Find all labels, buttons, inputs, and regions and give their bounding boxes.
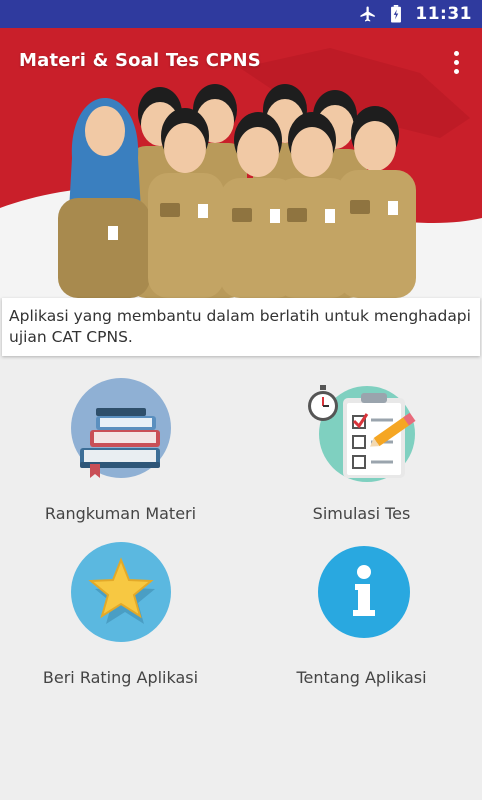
menu-label: Beri Rating Aplikasi: [42, 668, 199, 687]
header-banner: Materi & Soal Tes CPNS: [0, 28, 482, 298]
status-bar: 11:31: [0, 0, 482, 28]
menu-beri-rating[interactable]: Beri Rating Aplikasi: [0, 540, 241, 700]
menu-rangkuman-materi[interactable]: Rangkuman Materi: [0, 376, 241, 536]
clipboard-test-icon: [307, 376, 417, 486]
menu-tentang-aplikasi[interactable]: Tentang Aplikasi: [241, 540, 482, 700]
menu-simulasi-tes[interactable]: Simulasi Tes: [241, 376, 482, 536]
app-title: Materi & Soal Tes CPNS: [19, 50, 261, 71]
airplane-icon: [359, 5, 377, 23]
info-icon: [307, 540, 417, 650]
menu-label: Tentang Aplikasi: [296, 668, 427, 687]
battery-charging-icon: [387, 5, 405, 23]
description-text: Aplikasi yang membantu dalam berlatih un…: [9, 307, 471, 346]
overflow-menu-button[interactable]: [444, 48, 468, 76]
star-icon: [66, 540, 176, 650]
overflow-menu-icon: [453, 50, 459, 56]
books-icon: [66, 376, 176, 486]
menu-label: Simulasi Tes: [312, 504, 411, 523]
menu-label: Rangkuman Materi: [44, 504, 197, 523]
status-time: 11:31: [415, 4, 472, 24]
description-card: Aplikasi yang membantu dalam berlatih un…: [2, 298, 480, 356]
